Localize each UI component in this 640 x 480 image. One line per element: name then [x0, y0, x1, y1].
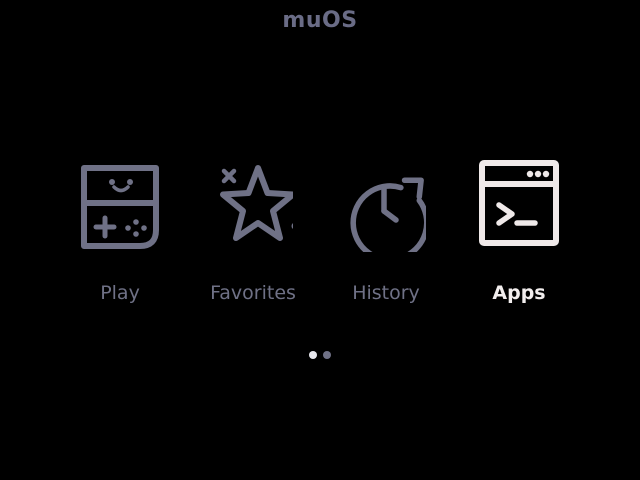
- star-icon: [220, 165, 293, 241]
- menu-item-label: History: [352, 282, 420, 304]
- menu-item-label: Apps: [492, 282, 546, 304]
- page-dot-inactive: [323, 351, 331, 359]
- page-dot-active: [309, 351, 317, 359]
- menu-item-apps[interactable]: Apps: [453, 156, 585, 316]
- menu-item-label: Favorites: [210, 282, 296, 304]
- menu-item-favorites[interactable]: Favorites: [187, 156, 319, 316]
- main-menu: Play Favorites History Apps: [54, 156, 586, 316]
- menu-item-label: Play: [100, 282, 140, 304]
- app-title: muOS: [282, 8, 358, 33]
- page-indicator: [309, 351, 333, 361]
- terminal-window-icon: [479, 160, 559, 246]
- menu-item-history[interactable]: History: [320, 156, 452, 316]
- handheld-console-icon: [81, 165, 159, 249]
- menu-item-play[interactable]: Play: [54, 156, 186, 316]
- clock-history-icon: [350, 177, 426, 252]
